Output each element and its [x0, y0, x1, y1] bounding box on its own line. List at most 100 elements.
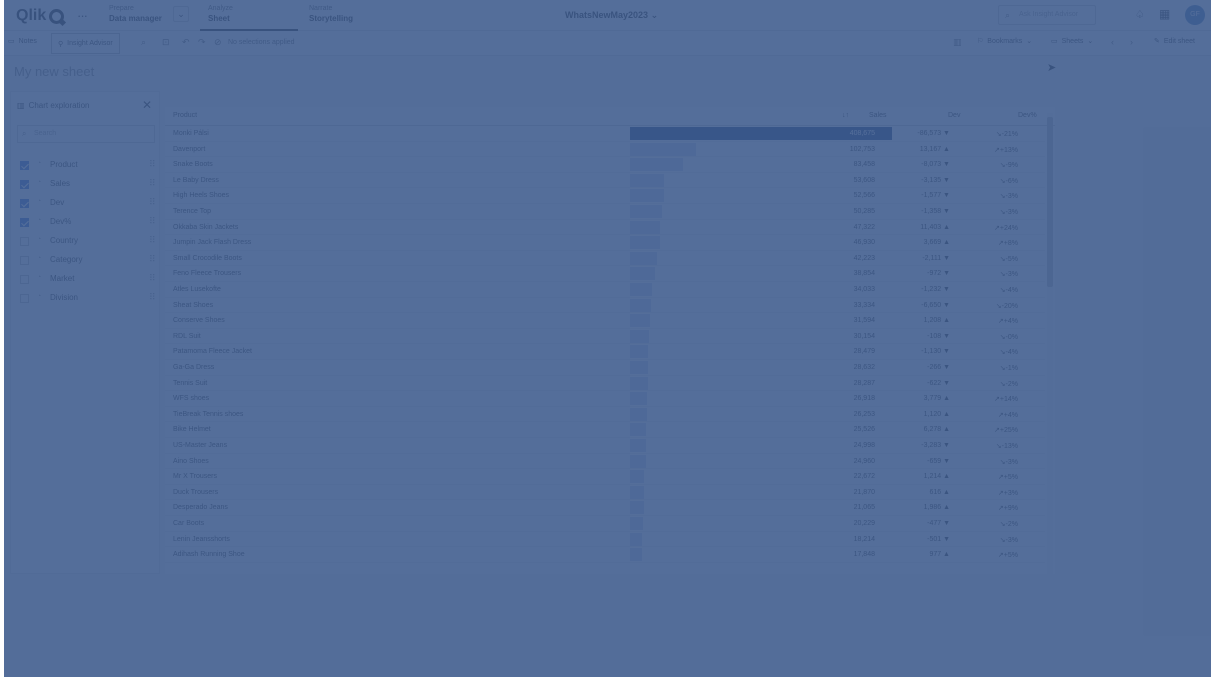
- table-row[interactable]: Conserve Shoes 31,594 1,208 ▲ ↗+4%: [165, 313, 1045, 329]
- field-checkbox[interactable]: [20, 294, 29, 303]
- user-avatar[interactable]: GF: [1185, 5, 1205, 25]
- bookmarks-button[interactable]: ⚐ Bookmarks ⌄: [977, 37, 1032, 46]
- table-row[interactable]: Small Crocodile Boots 42,223 -2,111 ▼ ↘-5%: [165, 251, 1045, 267]
- edit-sheet-button[interactable]: ✎ Edit sheet: [1154, 37, 1195, 46]
- sales-bar: [630, 283, 652, 296]
- close-icon[interactable]: ✕: [142, 98, 152, 112]
- nav-narrate[interactable]: Narrate Storytelling: [309, 4, 353, 31]
- next-sheet-icon[interactable]: ›: [1130, 37, 1133, 47]
- table-row[interactable]: Patamoma Fleece Jacket 28,479 -1,130 ▼ ↘-4%: [165, 344, 1045, 360]
- field-row[interactable]: ◔ Division ⠿: [17, 292, 156, 308]
- drag-handle-icon[interactable]: ⠿: [149, 159, 156, 170]
- table-row[interactable]: Adihash Running Shoe 17,848 977 ▲ ↗+5%: [165, 547, 1045, 563]
- cell-devp: ↗+13%: [994, 146, 1018, 154]
- field-row[interactable]: ◔ Sales ⠿: [17, 178, 156, 194]
- cell-sales: 25,526: [853, 426, 875, 434]
- apps-grid-icon[interactable]: ▦: [1159, 7, 1170, 21]
- notes-icon: ▭: [8, 38, 15, 45]
- smart-search-icon[interactable]: ⌕: [141, 37, 146, 48]
- qlik-logo[interactable]: Qlik: [16, 7, 65, 25]
- nav-analyze[interactable]: Analyze Sheet: [200, 4, 298, 31]
- column-header-dev[interactable]: Dev: [948, 112, 960, 119]
- bookmark-icon: ⚐: [977, 38, 984, 45]
- field-row[interactable]: ◔ Category ⠿: [17, 254, 156, 270]
- drag-handle-icon[interactable]: ⠿: [149, 273, 156, 284]
- scrollbar-thumb[interactable]: [1047, 117, 1053, 287]
- table-row[interactable]: Mr X Trousers 22,672 1,214 ▲ ↗+5%: [165, 469, 1045, 485]
- previous-sheet-icon[interactable]: ‹: [1111, 37, 1114, 47]
- cell-product: Adihash Running Shoe: [173, 551, 245, 559]
- table-row[interactable]: Snake Boots 83,458 -8,073 ▼ ↘-9%: [165, 157, 1045, 173]
- sales-bar: [630, 329, 650, 343]
- field-checkbox[interactable]: [20, 218, 29, 227]
- table-row[interactable]: US-Master Jeans 24,998 -3,283 ▼ ↘-13%: [165, 438, 1045, 454]
- cell-product: Tennis Suit: [173, 379, 208, 387]
- table-row[interactable]: Duck Trousers 21,870 616 ▲ ↗+3%: [165, 485, 1045, 501]
- cell-dev: 3,779 ▲: [923, 395, 950, 403]
- step-forward-icon[interactable]: ↷: [198, 37, 206, 48]
- app-name-dropdown[interactable]: WhatsNewMay2023 ⌄: [565, 10, 658, 21]
- sales-bar: [630, 454, 646, 468]
- table-row[interactable]: High Heels Shoes 52,566 -1,577 ▼ ↘-3%: [165, 188, 1045, 204]
- field-row[interactable]: ◔ Dev ⠿: [17, 197, 156, 213]
- nav-prepare[interactable]: Prepare Data manager: [109, 4, 162, 31]
- field-checkbox[interactable]: [20, 199, 29, 208]
- cell-product: Small Crocodile Boots: [173, 254, 242, 262]
- field-search-input[interactable]: ⌕ Search: [17, 125, 155, 143]
- table-row[interactable]: Le Baby Dress 53,608 -3,135 ▼ ↘-6%: [165, 173, 1045, 189]
- sales-bar: [630, 220, 661, 234]
- panel-header: ▥ Chart exploration: [17, 101, 89, 110]
- table-row[interactable]: Aino Shoes 24,960 -659 ▼ ↘-3%: [165, 454, 1045, 470]
- table-row[interactable]: Sheat Shoes 33,334 -6,650 ▼ ↘-20%: [165, 298, 1045, 314]
- field-checkbox[interactable]: [20, 180, 29, 189]
- table-row[interactable]: WFS shoes 26,918 3,779 ▲ ↗+14%: [165, 391, 1045, 407]
- table-row[interactable]: Monki Pálsi 408,675 -86,573 ▼ ↘-21%: [165, 126, 1045, 142]
- chart-settings-icon[interactable]: ▥: [953, 37, 962, 48]
- cell-dev: -1,577 ▼: [921, 192, 950, 200]
- drag-handle-icon[interactable]: ⠿: [149, 254, 156, 265]
- table-row[interactable]: Desperado Jeans 21,065 1,986 ▲ ↗+9%: [165, 500, 1045, 516]
- step-back-icon[interactable]: ↶: [182, 37, 190, 48]
- drag-handle-icon[interactable]: ⠿: [149, 178, 156, 189]
- field-row[interactable]: ◔ Dev% ⠿: [17, 216, 156, 232]
- drag-handle-icon[interactable]: ⠿: [149, 197, 156, 208]
- table-row[interactable]: Ga-Ga Dress 28,632 -266 ▼ ↘-1%: [165, 360, 1045, 376]
- table-row[interactable]: Davenport 102,753 13,167 ▲ ↗+13%: [165, 142, 1045, 158]
- table-row[interactable]: Jumpin Jack Flash Dress 46,930 3,669 ▲ ↗+8%: [165, 235, 1045, 251]
- insight-advisor-button[interactable]: ⚲ Insight Advisor: [51, 33, 120, 54]
- field-row[interactable]: ◔ Country ⠿: [17, 235, 156, 251]
- table-row[interactable]: Tennis Suit 28,287 -622 ▼ ↘-2%: [165, 376, 1045, 392]
- selections-tool-icon[interactable]: ⊡: [162, 37, 170, 48]
- table-row[interactable]: Bike Helmet 25,526 6,278 ▲ ↗+25%: [165, 422, 1045, 438]
- clear-selections-icon[interactable]: ⊘: [214, 37, 222, 48]
- field-row[interactable]: ◔ Product ⠿: [17, 159, 156, 175]
- drag-handle-icon[interactable]: ⠿: [149, 292, 156, 303]
- more-options-icon[interactable]: ···: [77, 8, 88, 23]
- cell-devp: ↘-2%: [999, 521, 1018, 528]
- field-checkbox[interactable]: [20, 275, 29, 284]
- drag-handle-icon[interactable]: ⠿: [149, 216, 156, 227]
- notifications-bell-icon[interactable]: ♤: [1135, 8, 1145, 21]
- table-row[interactable]: Car Boots 20,229 -477 ▼ ↘-2%: [165, 516, 1045, 532]
- table-row[interactable]: Lenin Jeansshorts 18,214 -501 ▼ ↘-3%: [165, 532, 1045, 548]
- table-row[interactable]: Feno Fleece Trousers 38,854 -972 ▼ ↘-3%: [165, 266, 1045, 282]
- field-name: Division: [50, 293, 79, 302]
- field-row[interactable]: ◔ Market ⠿: [17, 273, 156, 289]
- table-row[interactable]: Atles Lusekofte 34,033 -1,232 ▼ ↘-4%: [165, 282, 1045, 298]
- insight-search-input[interactable]: ⌕ Ask Insight Advisor: [998, 5, 1096, 25]
- sheets-button[interactable]: ▭ Sheets ⌄: [1051, 37, 1093, 46]
- table-row[interactable]: RDL Suit 30,154 -108 ▼ ↘-0%: [165, 329, 1045, 345]
- nav-chevron-down-icon[interactable]: ⌄: [173, 6, 189, 22]
- column-header-devp[interactable]: Dev%: [1018, 112, 1037, 119]
- field-checkbox[interactable]: [20, 161, 29, 170]
- column-header-sales[interactable]: Sales: [869, 112, 887, 119]
- table-row[interactable]: Terence Top 50,285 -1,358 ▼ ↘-3%: [165, 204, 1045, 220]
- table-row[interactable]: Okkaba Skin Jackets 47,322 11,403 ▲ ↗+24%: [165, 220, 1045, 236]
- drag-handle-icon[interactable]: ⠿: [149, 235, 156, 246]
- sales-bar: [630, 485, 645, 499]
- field-checkbox[interactable]: [20, 237, 29, 246]
- notes-button[interactable]: ▭ Notes: [8, 37, 37, 46]
- field-checkbox[interactable]: [20, 256, 29, 265]
- column-header-product[interactable]: Product: [173, 112, 197, 119]
- table-row[interactable]: TieBreak Tennis shoes 26,253 1,120 ▲ ↗+4%: [165, 407, 1045, 423]
